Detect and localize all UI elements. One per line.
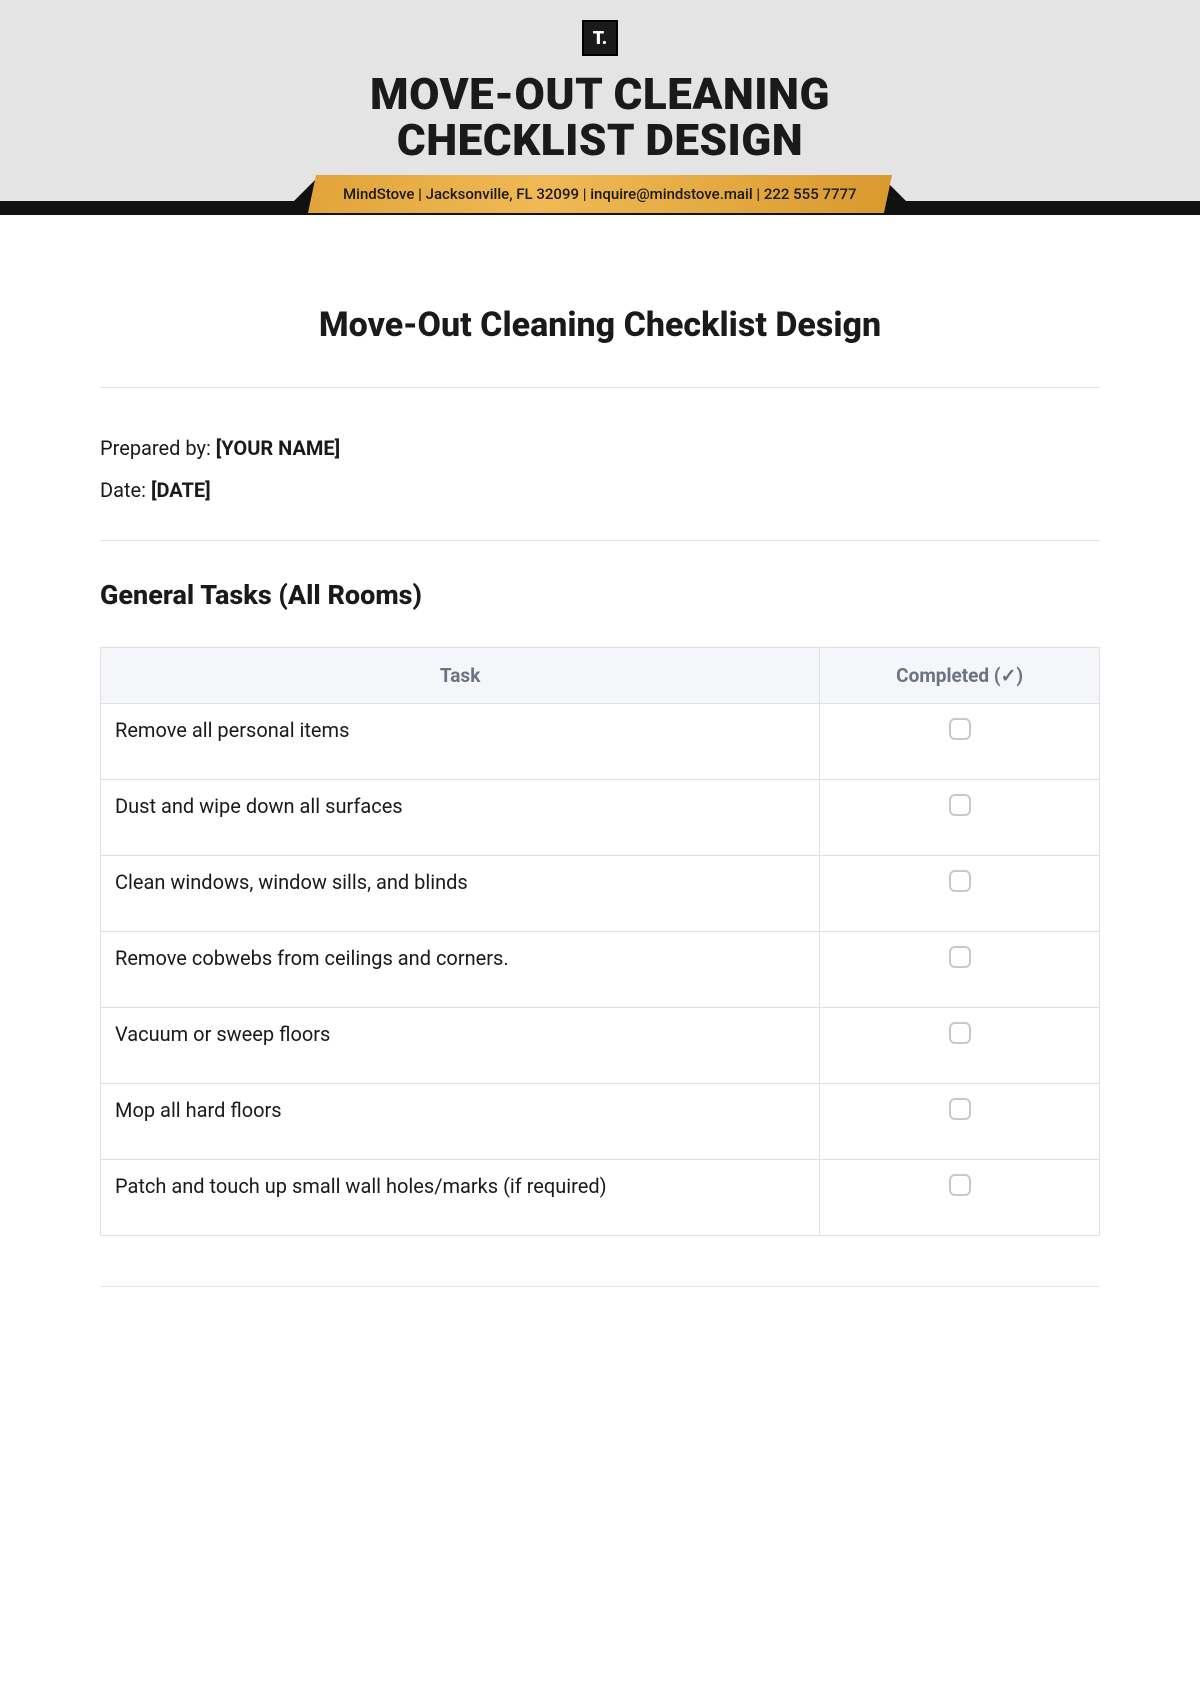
divider [100, 387, 1100, 388]
main-title-line1: MOVE-OUT CLEANING [370, 68, 830, 120]
checkbox-cell [820, 704, 1100, 780]
completed-header: Completed (✓) [820, 648, 1100, 704]
table-row: Remove all personal items [101, 704, 1100, 780]
tasks-table: Task Completed (✓) Remove all personal i… [100, 647, 1100, 1236]
checkbox-cell [820, 1008, 1100, 1084]
contact-ribbon: MindStove | Jacksonville, FL 32099 | inq… [308, 175, 892, 213]
checkbox[interactable] [949, 870, 971, 892]
main-title: MOVE-OUT CLEANING CHECKLIST DESIGN [0, 71, 1200, 163]
header-banner: T. MOVE-OUT CLEANING CHECKLIST DESIGN Mi… [0, 0, 1200, 215]
checkbox[interactable] [949, 946, 971, 968]
table-row: Mop all hard floors [101, 1084, 1100, 1160]
task-cell: Clean windows, window sills, and blinds [101, 856, 820, 932]
table-row: Clean windows, window sills, and blinds [101, 856, 1100, 932]
task-cell: Mop all hard floors [101, 1084, 820, 1160]
logo-icon: T. [582, 20, 618, 56]
table-row: Dust and wipe down all surfaces [101, 780, 1100, 856]
checkbox-cell [820, 780, 1100, 856]
document-content: Move-Out Cleaning Checklist Design Prepa… [0, 215, 1200, 1347]
checkbox[interactable] [949, 1098, 971, 1120]
prepared-by-value: [YOUR NAME] [216, 436, 340, 460]
checkbox[interactable] [949, 718, 971, 740]
checkbox[interactable] [949, 1022, 971, 1044]
date-label: Date: [100, 478, 151, 502]
task-cell: Remove all personal items [101, 704, 820, 780]
contact-ribbon-text: MindStove | Jacksonville, FL 32099 | inq… [343, 185, 857, 203]
table-row: Remove cobwebs from ceilings and corners… [101, 932, 1100, 1008]
divider [100, 540, 1100, 541]
main-title-line2: CHECKLIST DESIGN [397, 114, 803, 166]
prepared-by-label: Prepared by: [100, 436, 216, 460]
checkbox[interactable] [949, 1174, 971, 1196]
checkbox-cell [820, 1160, 1100, 1236]
checkbox-cell [820, 856, 1100, 932]
checkbox-cell [820, 1084, 1100, 1160]
task-header: Task [101, 648, 820, 704]
task-cell: Remove cobwebs from ceilings and corners… [101, 932, 820, 1008]
table-row: Patch and touch up small wall holes/mark… [101, 1160, 1100, 1236]
subsection-title: General Tasks (All Rooms) [100, 579, 1100, 611]
task-cell: Dust and wipe down all surfaces [101, 780, 820, 856]
date-value: [DATE] [151, 478, 211, 502]
date-line: Date: [DATE] [100, 478, 1100, 502]
checkbox[interactable] [949, 794, 971, 816]
prepared-by-line: Prepared by: [YOUR NAME] [100, 436, 1100, 460]
table-row: Vacuum or sweep floors [101, 1008, 1100, 1084]
task-cell: Vacuum or sweep floors [101, 1008, 820, 1084]
divider [100, 1286, 1100, 1287]
checkbox-cell [820, 932, 1100, 1008]
table-header-row: Task Completed (✓) [101, 648, 1100, 704]
task-cell: Patch and touch up small wall holes/mark… [101, 1160, 820, 1236]
section-title: Move-Out Cleaning Checklist Design [100, 305, 1100, 345]
